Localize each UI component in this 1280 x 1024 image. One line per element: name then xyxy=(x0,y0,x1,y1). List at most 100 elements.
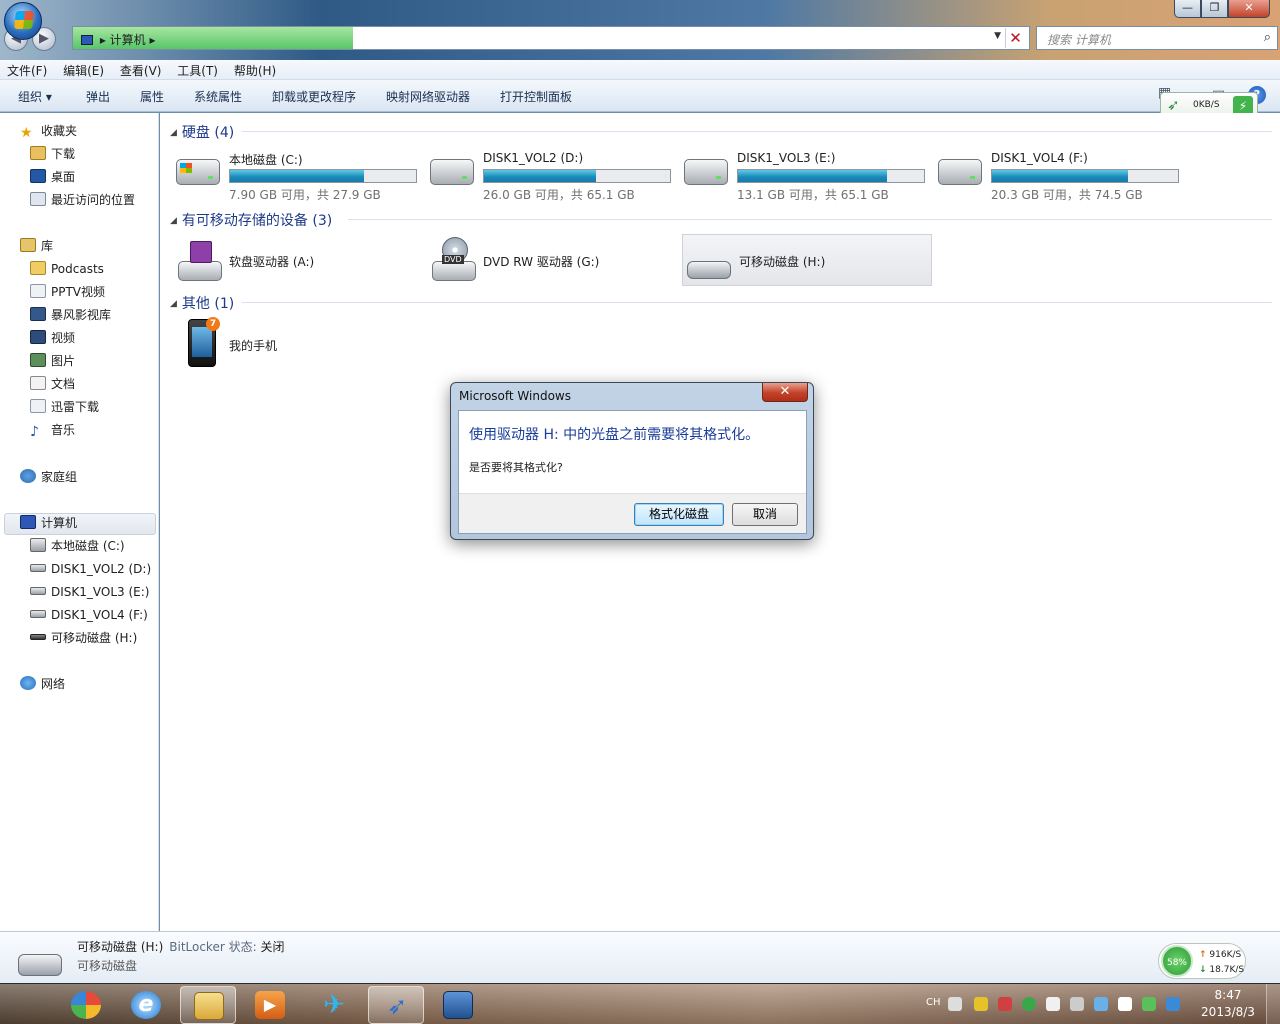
nav-item-music[interactable]: ♪ 音乐 xyxy=(30,420,75,440)
menu-edit[interactable]: 编辑(E) xyxy=(58,60,109,79)
start-button[interactable] xyxy=(4,2,42,40)
nav-favorites[interactable]: ★ 收藏夹 xyxy=(20,121,77,141)
drive-e[interactable]: DISK1_VOL3 (E:) 13.1 GB 可用，共 65.1 GB xyxy=(676,143,926,202)
format-disk-button[interactable]: 格式化磁盘 xyxy=(634,503,724,526)
details-pane: 可移动磁盘 (H:) BitLocker 状态: 关闭 可移动磁盘 xyxy=(0,931,1280,983)
action-center-flag-icon[interactable] xyxy=(1118,997,1132,1011)
menu-view[interactable]: 查看(V) xyxy=(115,60,167,79)
show-desktop-button[interactable] xyxy=(1266,984,1280,1024)
nav-item-pictures[interactable]: 图片 xyxy=(30,351,75,371)
input-language[interactable]: CH xyxy=(926,997,941,1008)
bitlocker-label: BitLocker 状态: xyxy=(169,940,257,954)
group-header-removable[interactable]: ◢ 有可移动存储的设备 (3) xyxy=(170,210,332,230)
nav-item-downloads[interactable]: 下载 xyxy=(30,144,75,164)
taskbar-app-download[interactable]: ➶ xyxy=(368,986,424,1024)
pinwheel-app-icon xyxy=(71,991,101,1019)
group-header-hard-disks[interactable]: ◢ 硬盘 (4) xyxy=(170,122,234,142)
recent-places-icon xyxy=(30,192,46,206)
nav-network[interactable]: 网络 xyxy=(20,674,65,694)
nav-item-desktop[interactable]: 桌面 xyxy=(30,167,75,187)
system-properties-button[interactable]: 系统属性 xyxy=(194,88,242,105)
taskbar-app-video[interactable] xyxy=(430,986,486,1024)
address-location[interactable]: ▸ 计算机 ▸ xyxy=(81,31,156,48)
device-removable-h[interactable]: 可移动磁盘 (H:) xyxy=(682,234,932,286)
eject-button[interactable]: 弹出 xyxy=(86,88,110,105)
minimize-button[interactable]: — xyxy=(1174,0,1201,18)
taskbar-app-explorer[interactable] xyxy=(180,986,236,1024)
nav-item-documents[interactable]: 文档 xyxy=(30,374,75,394)
map-network-drive-button[interactable]: 映射网络驱动器 xyxy=(386,88,470,105)
nav-label: 网络 xyxy=(41,677,66,691)
menu-tools[interactable]: 工具(T) xyxy=(172,60,223,79)
nav-label: 暴风影视库 xyxy=(51,308,112,322)
bitlocker-value: 关闭 xyxy=(260,940,285,954)
taskbar-app-media[interactable]: ▶ xyxy=(242,986,298,1024)
clock[interactable]: 8:47 2013/8/3 xyxy=(1196,987,1260,1021)
group-header-other[interactable]: ◢ 其他 (1) xyxy=(170,293,234,313)
tray-app-icon[interactable] xyxy=(974,997,988,1011)
device-floppy[interactable]: 软盘驱动器 (A:) xyxy=(168,235,418,287)
nav-item-drive-e[interactable]: DISK1_VOL3 (E:) xyxy=(30,582,149,602)
device-name: 软盘驱动器 (A:) xyxy=(229,255,315,269)
nav-computer[interactable]: 计算机 xyxy=(20,513,77,533)
tray-app-icon[interactable] xyxy=(1142,997,1156,1011)
system-drive-icon xyxy=(30,538,46,552)
device-dvd[interactable]: DVD DVD RW 驱动器 (G:) xyxy=(422,235,672,287)
floppy-disk-icon xyxy=(190,241,212,263)
properties-button[interactable]: 属性 xyxy=(140,88,164,105)
taskbar-app-messenger[interactable]: ✈ xyxy=(306,986,362,1024)
security-shield-icon[interactable] xyxy=(1022,997,1036,1011)
drive-free-space: 26.0 GB 可用，共 65.1 GB xyxy=(483,188,635,202)
cancel-button[interactable]: 取消 xyxy=(732,503,798,526)
search-icon[interactable]: ⌕ xyxy=(1264,30,1271,45)
nav-item-baofeng[interactable]: 暴风影视库 xyxy=(30,305,111,325)
video-icon xyxy=(30,330,46,344)
menu-help[interactable]: 帮助(H) xyxy=(229,60,281,79)
nav-libraries[interactable]: 库 xyxy=(20,236,53,256)
network-meter[interactable]: 58% ↑ 916K/S ↓ 18.7K/S xyxy=(1158,943,1246,979)
window-controls: — ❐ ✕ xyxy=(1174,0,1270,18)
address-stop-button[interactable]: ✕ xyxy=(1005,28,1025,48)
nav-item-drive-c[interactable]: 本地磁盘 (C:) xyxy=(30,536,125,556)
nav-item-podcasts[interactable]: Podcasts xyxy=(30,259,104,279)
dialog-content: 是否要将其格式化? xyxy=(469,461,563,474)
taskbar-app-ie[interactable]: e xyxy=(118,986,174,1024)
tray-app-icon[interactable] xyxy=(1166,997,1180,1011)
close-button[interactable]: ✕ xyxy=(1228,0,1270,18)
removable-drive-icon xyxy=(30,634,46,640)
nav-homegroup[interactable]: 家庭组 xyxy=(20,467,77,487)
nav-label: 文档 xyxy=(51,377,76,391)
tray-device-icon[interactable] xyxy=(1046,997,1060,1011)
nav-item-drive-f[interactable]: DISK1_VOL4 (F:) xyxy=(30,605,148,625)
organize-button[interactable]: 组织 ▾ xyxy=(18,88,52,105)
nav-item-xunlei[interactable]: 迅雷下载 xyxy=(30,397,99,417)
taskbar-app-photos[interactable] xyxy=(58,986,114,1024)
uninstall-program-button[interactable]: 卸载或更改程序 xyxy=(272,88,356,105)
network-tray-icon[interactable] xyxy=(1070,997,1084,1011)
drive-c[interactable]: 本地磁盘 (C:) 7.90 GB 可用，共 27.9 GB xyxy=(168,143,418,202)
drive-d[interactable]: DISK1_VOL2 (D:) 26.0 GB 可用，共 65.1 GB xyxy=(422,143,672,202)
nav-item-recent-places[interactable]: 最近访问的位置 xyxy=(30,190,135,210)
floppy-drive-icon xyxy=(178,261,222,281)
drive-f[interactable]: DISK1_VOL4 (F:) 20.3 GB 可用，共 74.5 GB xyxy=(930,143,1180,202)
address-bar[interactable]: ▸ 计算机 ▸ ▼ ✕ xyxy=(72,26,1030,50)
keyboard-icon[interactable] xyxy=(948,997,962,1011)
nav-item-drive-d[interactable]: DISK1_VOL2 (D:) xyxy=(30,559,151,579)
device-my-phone[interactable]: 7 我的手机 xyxy=(168,317,418,369)
maximize-button[interactable]: ❐ xyxy=(1201,0,1228,18)
menu-file[interactable]: 文件(F) xyxy=(2,60,52,79)
nav-item-pptv[interactable]: PPTV视频 xyxy=(30,282,105,302)
nav-item-videos[interactable]: 视频 xyxy=(30,328,75,348)
dialog-close-button[interactable]: ✕ xyxy=(762,383,808,402)
open-control-panel-button[interactable]: 打开控制面板 xyxy=(500,88,572,105)
volume-icon[interactable] xyxy=(998,997,1012,1011)
drive-icon xyxy=(30,610,46,618)
nav-item-drive-h[interactable]: 可移动磁盘 (H:) xyxy=(30,628,137,648)
address-dropdown-button[interactable]: ▼ xyxy=(994,31,1001,41)
drive-usage-bar xyxy=(229,169,417,183)
tray-app-icon[interactable] xyxy=(1094,997,1108,1011)
search-box[interactable]: 搜索 计算机 ⌕ xyxy=(1036,26,1278,50)
phone-badge: 7 xyxy=(206,317,220,331)
drive-usage-fill xyxy=(230,170,364,182)
folder-icon xyxy=(30,261,46,275)
